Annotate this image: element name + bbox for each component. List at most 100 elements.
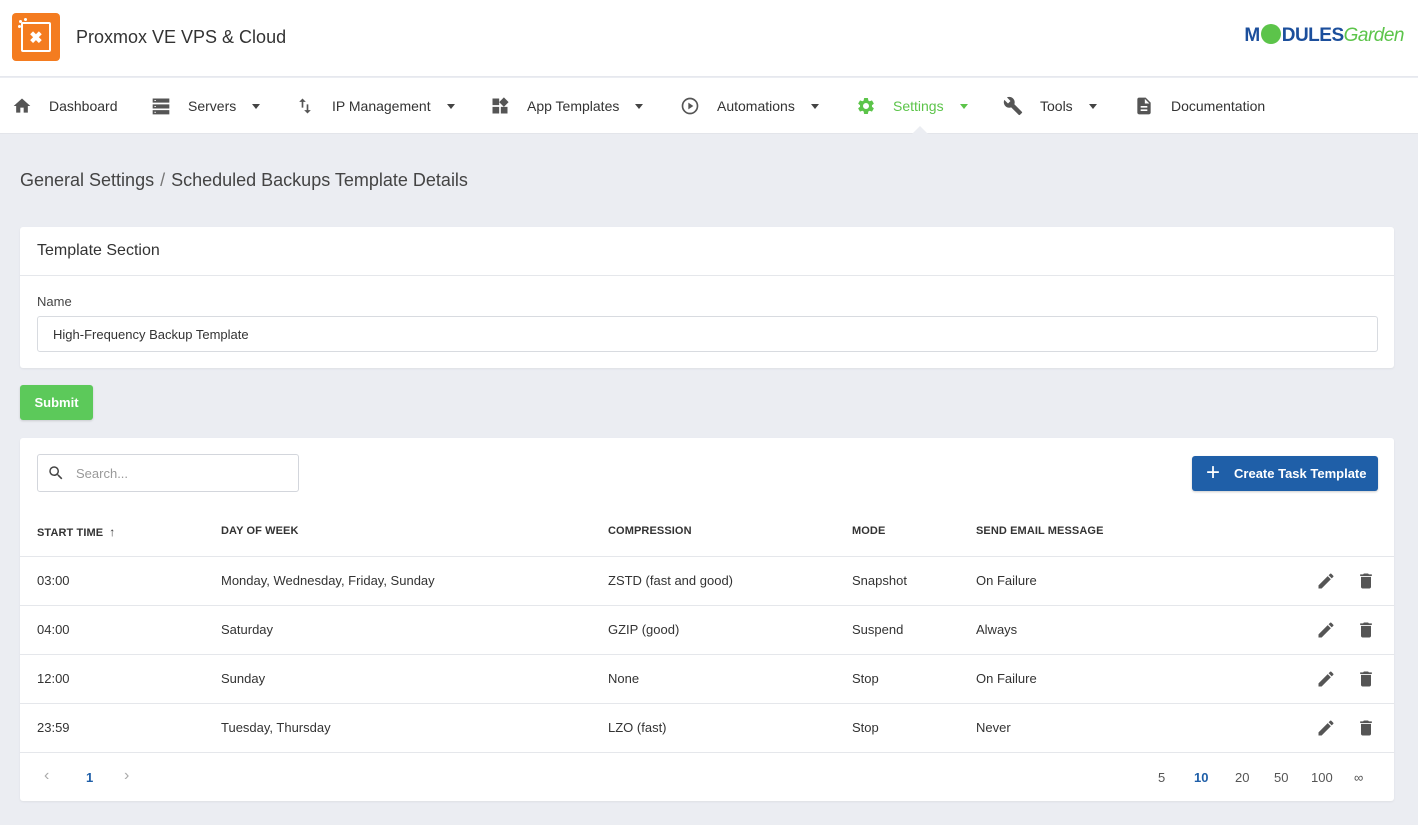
cell-day-of-week: Tuesday, Thursday [221,720,331,735]
column-header-send-email[interactable]: SEND EMAIL MESSAGE [976,525,1104,537]
play-circle-icon [679,95,701,117]
table-row: 04:00 Saturday GZIP (good) Suspend Alway… [20,606,1394,655]
breadcrumb-separator: / [160,170,166,190]
edit-icon[interactable] [1316,718,1336,738]
cell-start-time: 03:00 [37,573,70,588]
chevron-down-icon [446,103,455,109]
chevron-down-icon [810,103,819,109]
chevron-down-icon [252,103,261,109]
template-section-title: Template Section [20,227,1394,276]
edit-icon[interactable] [1316,620,1336,640]
plus-icon: + [1206,458,1221,486]
page-size-option[interactable]: 5 [1158,770,1165,785]
cell-day-of-week: Sunday [221,671,266,686]
page-size-option-selected[interactable]: 10 [1194,770,1208,785]
cell-compression: ZSTD (fast and good) [608,573,733,588]
modulesgarden-logo[interactable]: M DULESGarden [1244,24,1405,47]
cell-day-of-week: Saturday [221,622,274,637]
chevron-down-icon [1088,103,1097,109]
cell-mode: Stop [852,671,879,686]
pagination: ‹ 1 › 5 10 20 50 100 ∞ [20,753,1394,801]
gear-icon [855,95,877,117]
edit-icon[interactable] [1316,571,1336,591]
next-page-chevron-icon[interactable]: › [124,767,129,785]
nav-label: Settings [893,98,944,114]
search-field[interactable] [37,454,299,492]
cell-mode: Stop [852,720,879,735]
wrench-icon [1002,95,1024,117]
create-task-template-button[interactable]: + Create Task Template [1192,456,1378,491]
table-row: 12:00 Sunday None Stop On Failure [20,655,1394,704]
cell-day-of-week: Monday, Wednesday, Friday, Sunday [221,573,435,588]
document-icon [1133,95,1155,117]
globe-icon [1260,24,1281,44]
template-section-card: Template Section Name [20,227,1394,368]
active-nav-pointer [911,126,929,135]
column-header-start-time[interactable]: START TIME ↑ [37,525,115,539]
cell-mode: Suspend [852,622,904,637]
nav-label: Servers [188,98,237,114]
app-header: ✖ Proxmox VE VPS & Cloud M DULESGarden [0,0,1418,77]
chevron-down-icon [635,103,644,109]
servers-icon [150,95,172,117]
nav-item-servers[interactable]: Servers [150,78,261,134]
cell-start-time: 04:00 [37,622,70,637]
column-header-mode[interactable]: MODE [852,525,885,537]
page-size-option[interactable]: 20 [1235,770,1249,785]
nav-label: Automations [717,98,795,114]
cell-compression: GZIP (good) [608,622,680,637]
page-size-option[interactable]: 100 [1311,770,1333,785]
nav-item-tools[interactable]: Tools [1002,78,1097,134]
page-number-current[interactable]: 1 [86,770,93,785]
widgets-icon [489,95,511,117]
nav-label: IP Management [332,98,431,114]
cell-compression: None [608,671,640,686]
home-icon [11,95,33,117]
task-templates-table-card: + Create Task Template START TIME ↑ DAY O… [20,438,1394,801]
main-nav: Dashboard Servers IP Management App Temp… [0,78,1418,134]
app-title: Proxmox VE VPS & Cloud [76,27,287,47]
app-logo-icon[interactable]: ✖ [12,13,60,61]
nav-label: Dashboard [49,98,118,114]
breadcrumb-current: Scheduled Backups Template Details [171,170,468,190]
table-row: 03:00 Monday, Wednesday, Friday, Sunday … [20,557,1394,606]
nav-item-automations[interactable]: Automations [679,78,819,134]
nav-item-dashboard[interactable]: Dashboard [11,78,118,134]
nav-label: App Templates [527,98,620,114]
prev-page-chevron-icon[interactable]: ‹ [44,767,49,785]
nav-label: Documentation [1171,98,1266,114]
cell-send-email: On Failure [976,573,1037,588]
search-input[interactable] [76,463,286,483]
table-row: 23:59 Tuesday, Thursday LZO (fast) Stop … [20,704,1394,753]
cell-mode: Snapshot [852,573,907,588]
cell-start-time: 12:00 [37,671,70,686]
sort-ascending-icon: ↑ [109,525,116,539]
delete-icon[interactable] [1356,669,1376,689]
breadcrumb-parent[interactable]: General Settings [20,170,154,190]
nav-item-ip-management[interactable]: IP Management [294,78,455,134]
nav-item-app-templates[interactable]: App Templates [489,78,644,134]
nav-item-documentation[interactable]: Documentation [1133,78,1265,134]
submit-button[interactable]: Submit [20,385,93,420]
chevron-down-icon [959,103,968,109]
create-task-template-label: Create Task Template [1234,466,1367,481]
search-icon [49,466,63,480]
cell-compression: LZO (fast) [608,720,667,735]
cell-start-time: 23:59 [37,720,70,735]
cell-send-email: On Failure [976,671,1037,686]
page-size-option-all[interactable]: ∞ [1354,770,1363,785]
page-size-option[interactable]: 50 [1274,770,1288,785]
delete-icon[interactable] [1356,571,1376,591]
cell-send-email: Always [976,622,1018,637]
delete-icon[interactable] [1356,620,1376,640]
edit-icon[interactable] [1316,669,1336,689]
cell-send-email: Never [976,720,1011,735]
column-label: START TIME [37,527,104,539]
arrows-up-down-icon [294,95,316,117]
delete-icon[interactable] [1356,718,1376,738]
column-header-day-of-week[interactable]: DAY OF WEEK [221,525,299,537]
nav-label: Tools [1040,98,1073,114]
breadcrumb: General Settings / Scheduled Backups Templ… [20,170,468,191]
name-input[interactable] [37,316,1378,352]
column-header-compression[interactable]: COMPRESSION [608,525,692,537]
